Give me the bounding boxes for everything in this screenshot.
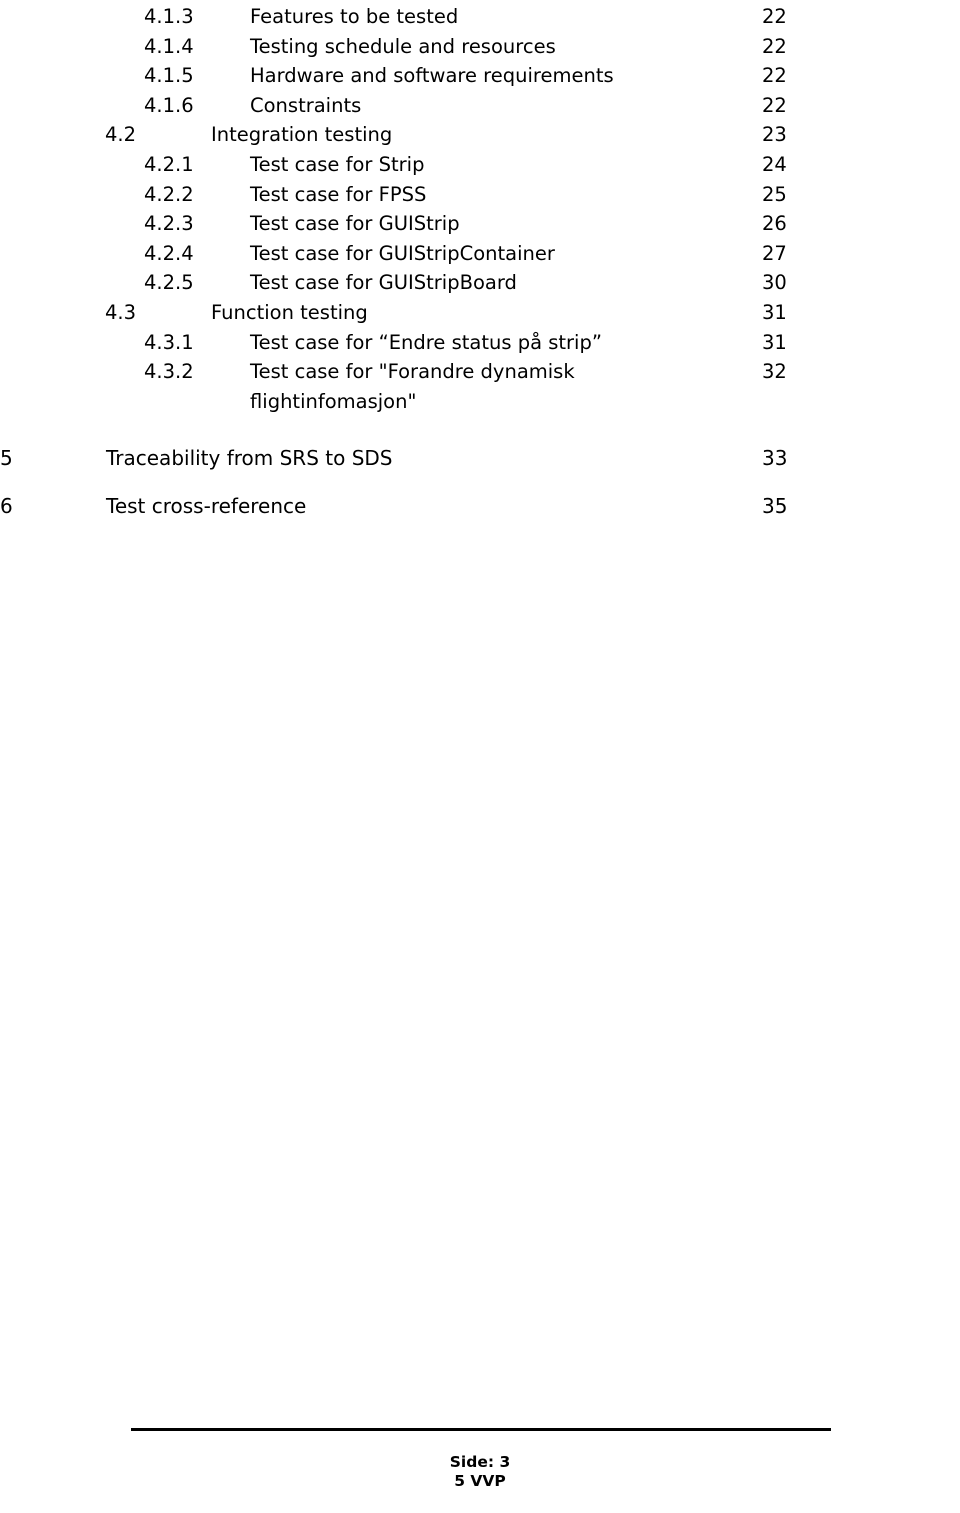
toc-entry-number: 4.3.1 (144, 330, 194, 354)
toc-entry-title: Features to be tested (250, 5, 459, 28)
toc-entry-page: 31 (762, 300, 787, 324)
toc-entry-page: 35 (762, 493, 788, 518)
toc-entry-page: 22 (762, 64, 787, 88)
toc-row: 4.3.1 Test case for “Endre status på str… (0, 328, 960, 358)
toc-entry-title: Test case for Strip (250, 152, 425, 176)
toc-entry-title: Test cross-reference (106, 493, 307, 518)
toc-entry-number: 4.1.3 (144, 5, 194, 28)
toc-row: 4.1.4 Testing schedule and resources 22 (0, 32, 960, 62)
toc-row: 5 Traceability from SRS to SDS 33 (0, 444, 960, 474)
table-of-contents: 4.1.3 Features to be tested 22 4.1.4 Tes… (0, 0, 960, 522)
toc-row: 4.2.2 Test case for FPSS 25 (0, 180, 960, 210)
toc-row: 4.2.1 Test case for Strip 24 (0, 150, 960, 180)
toc-entry-title: Hardware and software requirements (250, 64, 614, 88)
toc-entry-number: 4.2.3 (144, 212, 194, 236)
toc-row: 4.2.4 Test case for GUIStripContainer 27 (0, 239, 960, 269)
toc-row: 4.2.3 Test case for GUIStrip 26 (0, 209, 960, 239)
toc-entry-number: 4.2 (105, 123, 137, 147)
toc-entry-number: 4.2.5 (144, 271, 194, 295)
toc-entry-title: Traceability from SRS to SDS (106, 446, 393, 471)
toc-entry-title: Test case for GUIStripContainer (250, 241, 555, 265)
toc-entry-number: 4.2.1 (144, 152, 194, 176)
toc-row: 4.2.5 Test case for GUIStripBoard 30 (0, 268, 960, 298)
toc-row: 4.1.6 Constraints 22 (0, 91, 960, 121)
toc-entry-title: Test case for "Forandre dynamisk (250, 360, 575, 384)
toc-entry-page: 26 (762, 212, 787, 236)
footer-document-label: 5 VVP (454, 1472, 506, 1490)
toc-entry-number: 5 (0, 446, 13, 471)
toc-entry-number: 6 (0, 493, 13, 518)
toc-entry-title: Test case for GUIStripBoard (250, 271, 517, 295)
toc-entry-page: 30 (762, 271, 787, 295)
toc-entry-page: 27 (762, 241, 787, 265)
toc-spacer (0, 474, 960, 492)
toc-row: 4.1.5 Hardware and software requirements… (0, 61, 960, 91)
document-page: 4.1.3 Features to be tested 22 4.1.4 Tes… (0, 0, 960, 1513)
toc-entry-number: 4.1.4 (144, 34, 194, 58)
toc-entry-page: 32 (762, 360, 787, 384)
toc-entry-title: Testing schedule and resources (250, 34, 556, 58)
toc-entry-page: 23 (762, 123, 787, 147)
footer-page-label: Side: 3 (449, 1453, 511, 1471)
toc-entry-title: Test case for GUIStrip (250, 212, 460, 236)
toc-entry-title: Integration testing (211, 123, 393, 147)
footer-divider (131, 1428, 831, 1431)
toc-entry-title-continuation: flightinfomasjon" (250, 389, 417, 413)
toc-entry-number: 4.2.4 (144, 241, 194, 265)
toc-entry-page: 22 (762, 93, 787, 117)
toc-entry-number: 4.1.5 (144, 64, 194, 88)
toc-entry-number: 4.1.6 (144, 93, 194, 117)
toc-entry-page: 22 (762, 5, 787, 28)
toc-spacer (0, 416, 960, 444)
toc-entry-title: Function testing (211, 300, 368, 324)
toc-entry-title: Test case for “Endre status på strip” (250, 330, 602, 354)
toc-entry-number: 4.3.2 (144, 360, 194, 384)
toc-entry-page: 22 (762, 34, 787, 58)
toc-entry-page: 31 (762, 330, 787, 354)
toc-entry-page: 24 (762, 152, 787, 176)
page-footer: Side: 3 5 VVP (0, 1453, 960, 1491)
toc-row: 4.3.2 Test case for "Forandre dynamisk 3… (0, 357, 960, 416)
toc-entry-page: 33 (762, 446, 788, 471)
toc-entry-page: 25 (762, 182, 787, 206)
toc-row: 4.3 Function testing 31 (0, 298, 960, 328)
toc-row: 6 Test cross-reference 35 (0, 492, 960, 522)
toc-entry-title: Test case for FPSS (250, 182, 427, 206)
toc-entry-number: 4.2.2 (144, 182, 194, 206)
toc-entry-title: Constraints (250, 93, 362, 117)
toc-entry-number: 4.3 (105, 300, 137, 324)
toc-row: 4.1.3 Features to be tested 22 (0, 2, 960, 32)
toc-row: 4.2 Integration testing 23 (0, 120, 960, 150)
